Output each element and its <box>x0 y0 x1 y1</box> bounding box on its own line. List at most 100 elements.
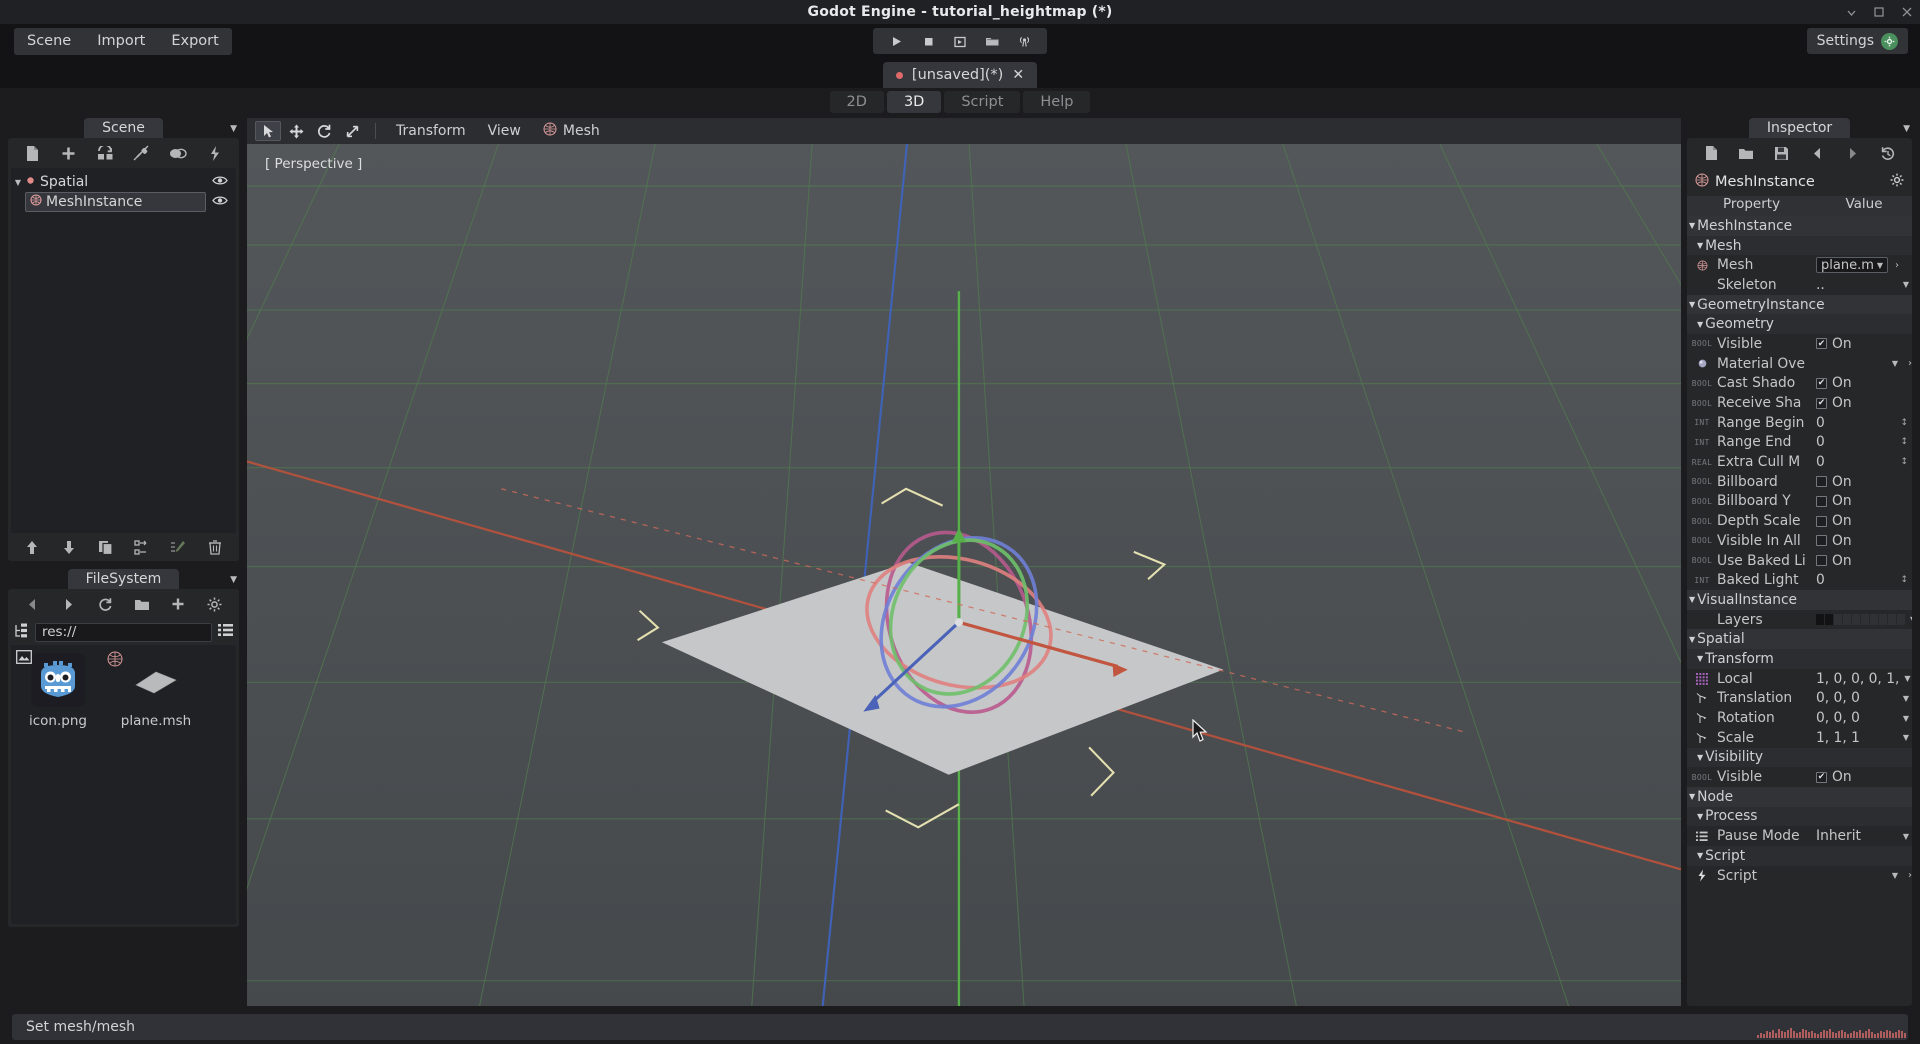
visibility-eye-icon[interactable] <box>212 174 228 190</box>
prop-use-baked-light-value[interactable]: On <box>1816 553 1912 569</box>
spinner-arrows-icon[interactable]: ↕ <box>1900 418 1912 428</box>
subsection-mesh[interactable]: ▼ Mesh <box>1687 235 1912 256</box>
prop-depth-scale-value[interactable]: On <box>1816 513 1912 529</box>
section-geometryinstance[interactable]: ▼ GeometryInstance <box>1687 294 1912 315</box>
inspector-dock-tab[interactable]: Inspector <box>1748 118 1851 138</box>
tab-script[interactable]: Script <box>944 91 1021 113</box>
prop-rotation-value[interactable]: 0, 0, 0 ▼ <box>1816 710 1912 726</box>
prop-material-override-value[interactable]: ▼ › <box>1816 358 1912 369</box>
chevron-down-icon[interactable]: ▼ <box>1697 320 1703 329</box>
chevron-down-icon[interactable]: ▼ <box>1689 300 1695 309</box>
viewport-menu-mesh[interactable]: Mesh <box>533 122 610 140</box>
prop-mesh[interactable]: Mesh plane.m ▼ › <box>1687 255 1912 275</box>
checkbox[interactable] <box>1816 535 1827 547</box>
thumbnail-mode-icon[interactable] <box>16 650 32 668</box>
numeric-value[interactable]: 0 <box>1816 572 1825 588</box>
tree-item-spatial[interactable]: ▼ Spatial <box>11 172 236 192</box>
maximize-button[interactable] <box>1872 5 1886 19</box>
prop-cast-shadow-value[interactable]: ✔ On <box>1816 375 1912 391</box>
checkbox[interactable] <box>1816 555 1827 567</box>
chevron-down-icon[interactable]: ▼ <box>230 124 237 134</box>
chevron-down-icon[interactable]: ▼ <box>1903 694 1912 703</box>
tool-move[interactable] <box>283 121 309 141</box>
file-item-icon-png[interactable]: icon.png <box>19 653 97 916</box>
prop-skeleton-value[interactable]: .. ▼ <box>1816 277 1912 293</box>
open-resource-icon[interactable]: › <box>1893 260 1899 271</box>
inspector-save-icon[interactable] <box>1771 142 1793 164</box>
chevron-down-icon[interactable]: ▼ <box>230 575 237 585</box>
prop-layers-value[interactable]: ▼ <box>1816 614 1912 626</box>
chevron-down-icon[interactable]: ▼ <box>1892 359 1901 368</box>
checkbox[interactable] <box>1816 495 1827 507</box>
prop-cast-shadow[interactable]: BOOL Cast Shado ✔ On <box>1687 374 1912 394</box>
checkbox[interactable] <box>1816 515 1827 527</box>
subsection-transform[interactable]: ▼ Transform <box>1687 649 1912 669</box>
checkbox[interactable] <box>1816 476 1827 488</box>
prop-billboard-value[interactable]: On <box>1816 474 1912 490</box>
menu-scene[interactable]: Scene <box>14 28 84 55</box>
scene-dock-tab[interactable]: Scene <box>84 118 163 138</box>
minimize-button[interactable] <box>1844 5 1858 19</box>
checkbox[interactable]: ✔ <box>1816 377 1827 389</box>
spinner-arrows-icon[interactable]: ↕ <box>1900 575 1912 585</box>
prop-local-value[interactable]: 1, 0, 0, 0, 1, ▼ <box>1816 671 1912 687</box>
spinner-arrows-icon[interactable]: ↕ <box>1900 457 1912 467</box>
edit-script-icon[interactable] <box>167 536 189 558</box>
prop-pause-mode-value[interactable]: Inherit ▼ <box>1816 828 1912 844</box>
prop-range-begin[interactable]: INT Range Begin 0 ↕ <box>1687 413 1912 433</box>
inspector-new-resource-icon[interactable] <box>1700 142 1722 164</box>
prop-scale-value[interactable]: 1, 1, 1 ▼ <box>1816 730 1912 746</box>
viewport-menu-transform[interactable]: Transform <box>386 123 476 139</box>
filesystem-options-gear-icon[interactable] <box>204 593 226 615</box>
chevron-down-icon[interactable]: ▼ <box>1903 733 1912 742</box>
add-node-icon[interactable] <box>58 142 80 164</box>
checkbox[interactable]: ✔ <box>1816 338 1827 350</box>
chevron-down-icon[interactable]: ▼ <box>1689 635 1695 644</box>
scene-tree[interactable]: ▼ Spatial MeshInstance <box>11 168 236 533</box>
prop-visible-spatial[interactable]: BOOL Visible ✔ On <box>1687 767 1912 787</box>
subsection-process[interactable]: ▼ Process <box>1687 806 1912 827</box>
prop-mesh-value[interactable]: plane.m ▼ › <box>1816 257 1912 274</box>
filesystem-file-grid[interactable]: icon.png plane.msh <box>11 645 236 924</box>
open-resource-icon[interactable]: › <box>1906 358 1912 369</box>
prop-visible-geometry-value[interactable]: ✔ On <box>1816 336 1912 352</box>
new-scene-icon[interactable] <box>21 142 43 164</box>
play-scene-icon[interactable] <box>947 31 973 51</box>
section-node[interactable]: ▼ Node <box>1687 786 1912 807</box>
chevron-down-icon[interactable]: ▼ <box>1697 753 1703 762</box>
chevron-down-icon[interactable]: ▼ <box>1910 615 1912 624</box>
settings-button[interactable]: Settings <box>1806 28 1908 54</box>
tool-scale[interactable] <box>339 121 365 141</box>
tree-view-toggle-icon[interactable] <box>14 623 29 642</box>
prop-depth-scale[interactable]: BOOL Depth Scale On <box>1687 511 1912 531</box>
move-up-icon[interactable] <box>21 536 43 558</box>
viewport-menu-view[interactable]: View <box>478 123 531 139</box>
filesystem-path-input[interactable]: res:// <box>35 622 212 642</box>
chevron-down-icon[interactable]: ▼ <box>1903 714 1912 723</box>
tool-rotate[interactable] <box>311 121 337 141</box>
prop-script[interactable]: Script ▼ › <box>1687 866 1912 886</box>
inspector-options-gear-icon[interactable] <box>1890 173 1904 191</box>
move-down-icon[interactable] <box>58 536 80 558</box>
prop-billboard[interactable]: BOOL Billboard On <box>1687 472 1912 492</box>
chevron-down-icon[interactable]: ▼ <box>1903 832 1912 841</box>
prop-range-begin-value[interactable]: 0 ↕ <box>1816 415 1912 431</box>
nav-forward-icon[interactable] <box>58 593 80 615</box>
chevron-down-icon[interactable]: ▼ <box>1697 851 1703 860</box>
stop-icon[interactable] <box>915 31 941 51</box>
prop-visible-in-all-value[interactable]: On <box>1816 533 1912 549</box>
section-meshinstance[interactable]: ▼ MeshInstance <box>1687 216 1912 236</box>
prop-receive-shadows[interactable]: BOOL Receive Sha ✔ On <box>1687 393 1912 413</box>
broadcast-icon[interactable] <box>1011 31 1037 51</box>
prop-baked-light-value[interactable]: 0 ↕ <box>1816 572 1912 588</box>
nav-back-icon[interactable] <box>21 593 43 615</box>
menu-export[interactable]: Export <box>158 28 231 55</box>
delete-icon[interactable] <box>204 536 226 558</box>
folder-play-icon[interactable] <box>979 31 1005 51</box>
prop-script-value[interactable]: ▼ › <box>1816 870 1912 881</box>
tab-2d[interactable]: 2D <box>829 91 884 113</box>
expand-arrow-icon[interactable]: ▼ <box>11 178 25 187</box>
menu-import[interactable]: Import <box>84 28 158 55</box>
prop-use-baked-light[interactable]: BOOL Use Baked Li On <box>1687 551 1912 571</box>
group-icon[interactable] <box>167 142 189 164</box>
